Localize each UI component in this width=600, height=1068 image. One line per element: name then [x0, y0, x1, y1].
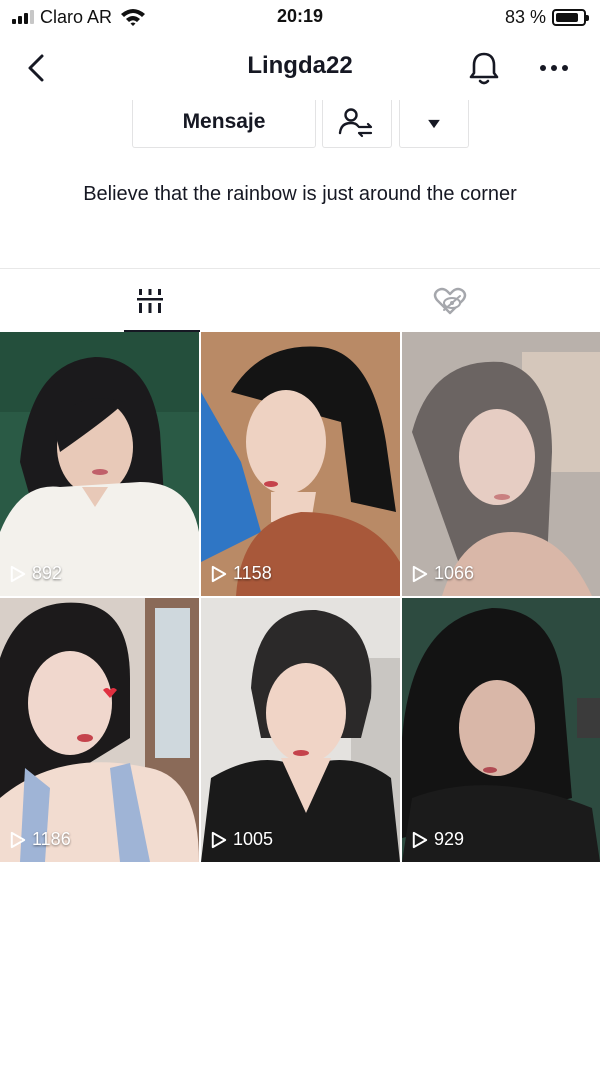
video-thumbnail[interactable]: 1066	[402, 332, 600, 596]
suggested-accounts-dropdown-button[interactable]	[399, 100, 469, 148]
video-thumbnail-image	[402, 598, 600, 862]
more-options-button[interactable]	[534, 58, 574, 78]
message-button[interactable]: Mensaje	[132, 100, 316, 148]
view-count-value: 892	[32, 563, 63, 583]
video-grid: 892 1158 1066 1186 1005 929	[0, 332, 600, 862]
user-swap-icon	[338, 107, 373, 137]
view-count-value: 1005	[233, 829, 274, 849]
play-icon	[10, 565, 26, 582]
play-icon	[412, 831, 428, 848]
view-count-value: 1186	[32, 829, 71, 849]
status-right: 83 %	[504, 6, 589, 28]
view-count-value: 1066	[434, 563, 475, 583]
profile-tabs	[0, 269, 600, 332]
triangle-down-icon	[428, 119, 440, 128]
video-thumbnail-image	[402, 332, 600, 596]
view-count: 1005	[211, 829, 273, 850]
view-count: 1066	[412, 563, 474, 584]
video-thumbnail[interactable]: 1158	[201, 332, 400, 596]
more-dots-icon	[540, 65, 568, 71]
view-count: 1158	[211, 563, 272, 584]
battery-level	[556, 12, 578, 22]
video-thumbnail[interactable]: 1186	[0, 598, 199, 862]
view-count: 892	[10, 563, 62, 584]
tab-liked[interactable]	[300, 269, 600, 332]
back-button[interactable]	[22, 50, 54, 86]
follow-status-button[interactable]	[322, 100, 392, 148]
play-icon	[412, 565, 428, 582]
profile-actions: Mensaje	[0, 100, 600, 150]
video-thumbnail[interactable]: 892	[0, 332, 199, 596]
notifications-button[interactable]	[466, 48, 502, 88]
back-chevron-icon	[28, 54, 44, 82]
view-count-value: 929	[434, 829, 465, 849]
view-count: 1186	[10, 829, 71, 850]
bell-icon	[469, 52, 499, 85]
status-bar: Claro AR 20:19 83 %	[0, 0, 600, 34]
video-thumbnail-image	[201, 332, 400, 596]
battery-icon	[552, 8, 589, 26]
nav-bar: Lingda22	[0, 36, 600, 100]
play-icon	[211, 565, 227, 582]
video-thumbnail-image	[0, 598, 199, 862]
view-count: 929	[412, 829, 464, 850]
video-thumbnail[interactable]: 929	[402, 598, 600, 862]
video-thumbnail-image	[0, 332, 199, 596]
video-thumbnail-image	[201, 598, 400, 862]
view-count-value: 1158	[233, 563, 272, 583]
profile-username-title: Lingda22	[247, 52, 353, 79]
battery-percentage: 83 %	[504, 6, 546, 27]
play-icon	[10, 831, 26, 848]
video-thumbnail[interactable]: 1005	[201, 598, 400, 862]
tab-videos[interactable]	[0, 269, 300, 332]
play-icon	[211, 831, 227, 848]
hidden-heart-icon	[433, 287, 467, 314]
grid-bars-icon	[137, 288, 163, 313]
profile-bio: Believe that the rainbow is just around …	[83, 183, 517, 205]
